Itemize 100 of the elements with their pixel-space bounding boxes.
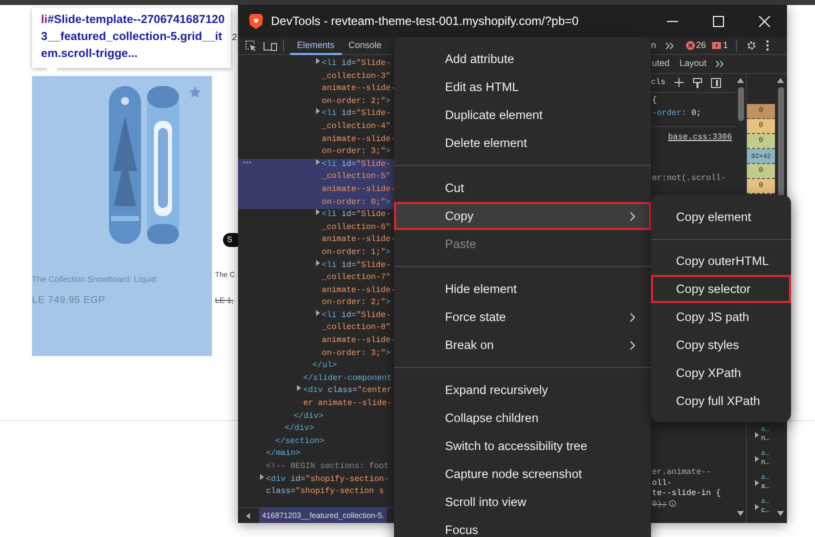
code-line: on-order: 2;">	[322, 96, 391, 108]
scroll-down-icon[interactable]	[777, 511, 784, 516]
chevron-right-icon	[630, 312, 635, 322]
style-text: oll-	[651, 478, 673, 489]
menu-item[interactable]: Copy styles	[651, 331, 791, 359]
menu-item[interactable]: Collapse children	[394, 404, 651, 432]
expand-arrow-icon[interactable]	[297, 385, 302, 392]
inspect-tooltip: li#Slide-template--27067416871203__featured_collection-5.grid__item.scroll-trigge...	[32, 8, 231, 68]
device-icon[interactable]	[263, 40, 277, 52]
menu-item[interactable]: Scroll into view	[394, 488, 651, 516]
menu-item[interactable]: Copy XPath	[651, 359, 791, 387]
window-title: DevTools - revteam-theme-test-001.myshopify.com/?pb=0	[271, 13, 579, 30]
code-line: <li id="Slide-	[322, 158, 391, 171]
code-line: _collection-6"	[322, 222, 391, 234]
menu-item[interactable]: Capture node screenshot	[394, 460, 651, 488]
issue-icon[interactable]	[712, 42, 722, 50]
menu-item[interactable]: Duplicate element	[394, 101, 651, 129]
expand-arrow-icon[interactable]	[316, 58, 320, 64]
menu-item[interactable]: Edit as HTML	[394, 73, 651, 101]
ellipsis-icon[interactable]	[243, 160, 251, 164]
menu-item[interactable]: Copy selector	[651, 275, 791, 303]
code-line: animate--slide-	[322, 335, 396, 348]
menu-item[interactable]: Focus	[394, 516, 651, 537]
scrollbar-thumb[interactable]	[738, 87, 744, 121]
menu-item[interactable]: Switch to accessibility tree	[394, 432, 651, 460]
more-options-icon[interactable]	[766, 40, 770, 51]
code-line: <li id="Slide-	[322, 209, 391, 222]
product-price: LE 1,	[215, 295, 235, 307]
code-line: on-order: 3;">	[322, 348, 391, 360]
code-line: animate--slide-	[322, 83, 396, 96]
code-line: on-order: 3;">	[322, 146, 391, 158]
code-line: _collection-5"	[322, 171, 391, 184]
issue-count: 1	[723, 38, 728, 52]
scroll-up-icon[interactable]	[777, 78, 784, 83]
tab[interactable]: Elements	[290, 36, 342, 54]
code-line: <li id="Slide-	[322, 58, 391, 70]
style-text: {	[651, 95, 658, 107]
tab[interactable]: Layout	[680, 55, 715, 73]
star-icon[interactable]	[188, 85, 202, 99]
more-tabs-icon[interactable]	[665, 42, 674, 50]
menu-item[interactable]: Cut	[394, 174, 651, 202]
expand-arrow-icon[interactable]	[755, 456, 759, 462]
more-tabs-icon[interactable]	[714, 60, 724, 68]
expand-arrow-icon[interactable]	[316, 260, 320, 266]
inspect-icon[interactable]	[245, 40, 257, 52]
style-text: er:not(.scroll-	[651, 173, 727, 185]
scroll-down-icon[interactable]	[737, 511, 744, 516]
menu-item[interactable]: Copy JS path	[651, 303, 791, 331]
tab[interactable]: n	[651, 38, 656, 52]
style-text: er.animate--	[651, 468, 712, 479]
maximize-icon	[712, 16, 724, 26]
code-line: <div class="center	[303, 385, 392, 398]
product-price: LE 749.95 EGP	[32, 294, 106, 308]
code-line: _collection-8"	[322, 322, 391, 334]
scroll-up-icon[interactable]	[737, 78, 744, 83]
text-fragment: 2	[232, 31, 238, 44]
settings-icon[interactable]	[746, 40, 758, 51]
expand-arrow-icon[interactable]	[316, 209, 320, 216]
code-line: on-order: 2;">	[322, 297, 391, 310]
menu-item[interactable]: Break on	[394, 331, 651, 359]
code-line: animate--slide-	[322, 134, 396, 146]
menu-item[interactable]: Hide element	[394, 275, 651, 303]
menu-item[interactable]: Copy full XPath	[651, 387, 791, 415]
menu-item[interactable]: Copy	[394, 202, 651, 230]
tab[interactable]: uted	[652, 55, 680, 73]
expand-arrow-icon[interactable]	[316, 158, 320, 165]
add-rule-icon[interactable]	[674, 78, 684, 88]
expand-arrow-icon[interactable]	[755, 480, 759, 486]
expand-arrow-icon[interactable]	[755, 432, 759, 438]
menu-item[interactable]: Expand recursively	[394, 376, 651, 404]
code-line: _collection-4"	[322, 120, 391, 133]
error-count: 26	[696, 38, 706, 52]
chevron-right-icon	[630, 212, 635, 220]
code-line: <div id="shopify-section-	[266, 474, 389, 486]
menu-item[interactable]: Force state	[394, 303, 651, 331]
menu-item[interactable]: Add attribute	[394, 45, 651, 73]
menu-item[interactable]: Copy outerHTML	[651, 247, 791, 275]
scroll-left-icon[interactable]	[246, 512, 251, 518]
code-line: <li id="Slide-	[322, 260, 391, 272]
style-text: 0);	[651, 500, 735, 510]
paint-icon[interactable]	[693, 78, 702, 88]
tab[interactable]: Console	[342, 36, 389, 54]
menu-item[interactable]: Copy element	[651, 203, 791, 231]
code-line: <li id="Slide-	[322, 108, 391, 120]
shield-logo-icon	[249, 13, 263, 29]
expand-arrow-icon[interactable]	[316, 310, 320, 316]
class-toggle[interactable]: cls	[651, 77, 666, 89]
info-icon[interactable]	[668, 500, 676, 507]
menu-item[interactable]: Delete element	[394, 129, 651, 157]
style-text: te--slide-in {	[651, 489, 722, 500]
code-line: _collection-3"	[322, 70, 391, 83]
style-text: -order: 0;	[651, 108, 702, 120]
sidebar-toggle-icon[interactable]	[711, 78, 722, 88]
code-line: animate--slide-	[322, 234, 396, 246]
expand-arrow-icon[interactable]	[260, 474, 264, 480]
chevron-right-icon	[630, 340, 635, 350]
expand-arrow-icon[interactable]	[316, 108, 320, 114]
expand-arrow-icon[interactable]	[755, 504, 759, 510]
error-icon[interactable]	[686, 41, 696, 50]
close-icon	[758, 16, 770, 26]
